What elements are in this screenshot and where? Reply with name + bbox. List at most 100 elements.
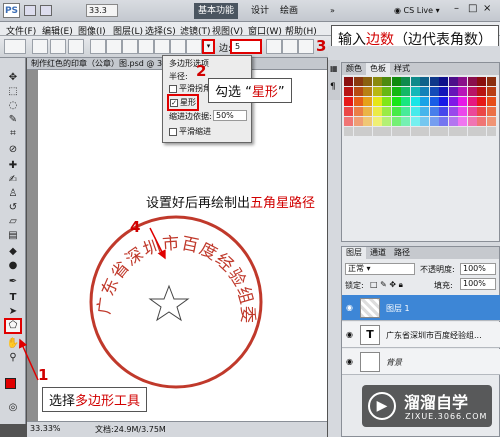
color-swatch[interactable] [410,117,420,126]
color-swatch[interactable] [391,127,401,136]
color-swatch[interactable] [391,107,401,116]
tab-channels[interactable]: 通道 [366,247,390,259]
hand-tool-icon[interactable]: ✋ [6,338,20,350]
color-swatch[interactable] [410,87,420,96]
color-swatch[interactable] [363,117,372,126]
move-tool-icon[interactable]: ✥ [6,72,20,84]
color-swatch[interactable] [391,117,401,126]
color-swatch[interactable] [486,87,496,96]
color-swatch[interactable] [372,117,382,126]
color-swatch[interactable] [439,127,448,136]
geometry-options-dropdown[interactable]: ▾ [202,39,215,54]
polygon-shape-icon[interactable] [170,39,186,54]
color-swatch[interactable] [477,117,486,126]
color-swatch[interactable] [382,107,391,116]
visibility-eye-icon[interactable]: ◉ [346,303,353,312]
color-swatch[interactable] [363,87,372,96]
tab-styles[interactable]: 样式 [390,63,414,75]
eyedropper-icon[interactable]: ⊘ [6,144,20,156]
color-swatch[interactable] [391,77,401,86]
color-swatch[interactable] [382,87,391,96]
color-swatch[interactable] [344,97,353,106]
paragraph-icon[interactable]: ¶ [330,82,336,92]
color-swatch[interactable] [401,127,410,136]
close-button[interactable]: × [483,4,495,16]
type-tool-icon[interactable]: T [6,292,20,304]
history-icon[interactable]: ▦ [330,64,338,73]
lasso-tool-icon[interactable]: ◌ [6,100,20,112]
color-swatch[interactable] [382,127,391,136]
color-swatch[interactable] [420,117,429,126]
color-swatch[interactable] [467,97,477,106]
tab-layers[interactable]: 图层 [342,247,366,259]
color-swatch[interactable] [458,97,467,106]
workspace-basic-button[interactable]: 基本功能 [194,3,239,19]
marquee-tool-icon[interactable]: ⬚ [6,86,20,98]
color-swatch[interactable] [486,107,496,116]
tool-preset-icon[interactable] [4,39,26,54]
rounded-rectangle-icon[interactable] [138,39,154,54]
color-swatch[interactable] [429,107,439,116]
shape-layers-icon[interactable] [32,39,48,54]
workspace-more-button[interactable]: » [330,6,335,15]
color-swatch[interactable] [477,127,486,136]
healing-brush-icon[interactable]: ✚ [6,160,20,172]
color-swatch[interactable] [448,87,458,96]
blur-tool-icon[interactable]: ◆ [6,246,20,258]
color-swatch[interactable] [382,77,391,86]
color-swatch[interactable] [353,97,363,106]
gradient-tool-icon[interactable]: ▤ [6,230,20,242]
color-swatch[interactable] [363,107,372,116]
color-swatch[interactable] [439,107,448,116]
color-swatch[interactable] [467,127,477,136]
color-swatch[interactable] [401,117,410,126]
color-swatch[interactable] [372,97,382,106]
color-swatch[interactable] [382,117,391,126]
dodge-tool-icon[interactable]: ● [6,260,20,272]
rectangle-shape-icon[interactable] [122,39,138,54]
color-swatch[interactable] [448,117,458,126]
color-swatch[interactable] [420,97,429,106]
freeform-pen-icon[interactable] [106,39,122,54]
color-swatch[interactable] [458,107,467,116]
tab-paths[interactable]: 路径 [390,247,414,259]
new-layer-mode-icon[interactable] [266,39,282,54]
color-swatch[interactable] [429,127,439,136]
workspace-design-button[interactable]: 设计 [247,3,273,19]
color-swatch[interactable] [458,127,467,136]
restore-button[interactable]: □ [468,4,480,16]
color-swatch[interactable] [372,77,382,86]
color-swatch[interactable] [391,87,401,96]
color-swatch[interactable] [410,107,420,116]
lock-icons[interactable]: □ ✎ ✥ 🔒︎ [370,280,403,290]
color-swatch[interactable] [363,77,372,86]
color-swatch[interactable] [477,97,486,106]
add-mode-icon[interactable] [282,39,298,54]
layer-row[interactable]: ◉ 背景 [342,349,500,375]
layer-row[interactable]: ◉ 图层 1 [342,295,500,321]
color-swatch[interactable] [486,97,496,106]
color-swatch[interactable] [344,107,353,116]
zoom-level-menu[interactable]: 33.3 [86,4,118,17]
paths-icon[interactable] [50,39,66,54]
color-swatch[interactable] [420,87,429,96]
quick-mask-icon[interactable]: ◎ [6,402,20,414]
polygon-tool-icon[interactable]: ⬠ [4,318,22,334]
color-swatch[interactable] [448,127,458,136]
color-swatch[interactable] [401,87,410,96]
color-swatch[interactable] [372,127,382,136]
color-swatch[interactable] [458,117,467,126]
smooth-indent-checkbox[interactable]: 平滑缩进 [169,126,211,137]
color-swatch[interactable] [420,107,429,116]
color-swatch[interactable] [429,97,439,106]
color-swatch[interactable] [439,77,448,86]
workspace-paint-button[interactable]: 绘画 [276,3,302,19]
color-swatch[interactable] [429,87,439,96]
color-swatch[interactable] [391,97,401,106]
color-swatch[interactable] [477,107,486,116]
tab-color[interactable]: 颜色 [342,63,366,75]
color-swatch[interactable] [467,77,477,86]
color-swatch[interactable] [401,97,410,106]
line-shape-icon[interactable] [186,39,202,54]
color-swatch[interactable] [429,117,439,126]
